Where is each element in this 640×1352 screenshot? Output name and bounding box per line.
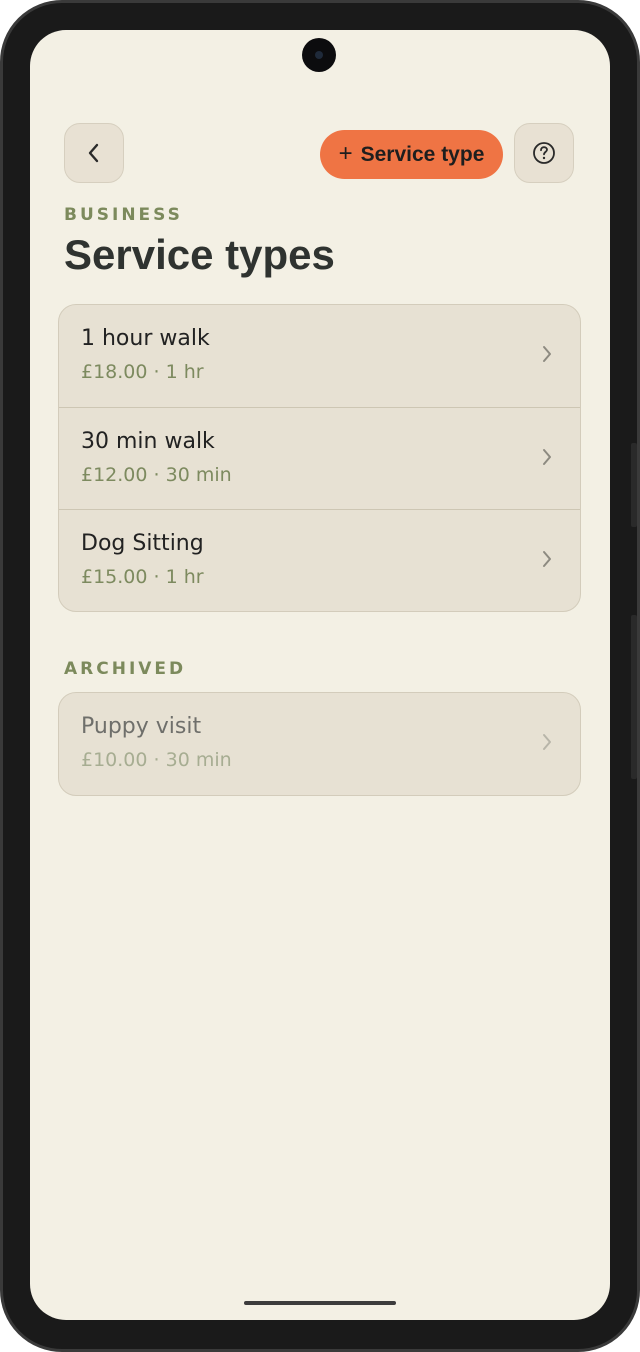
- section-label-business: BUSINESS: [64, 205, 183, 225]
- service-row-3[interactable]: Dog Sitting £15.00 · 1 hr: [59, 509, 580, 611]
- service-types-list: 1 hour walk £18.00 · 1 hr 30 min walk £1…: [58, 304, 581, 612]
- help-circle-icon: [533, 142, 555, 164]
- archived-services-list: Puppy visit £10.00 · 30 min: [58, 692, 581, 796]
- chevron-right-icon: [543, 449, 551, 465]
- service-details: £15.00 · 1 hr: [81, 566, 204, 588]
- section-label-archived: ARCHIVED: [64, 659, 187, 679]
- front-camera: [302, 38, 336, 72]
- chevron-right-icon: [543, 734, 551, 750]
- chevron-right-icon: [543, 551, 551, 567]
- chevron-right-icon: [543, 346, 551, 362]
- service-name: Dog Sitting: [81, 531, 204, 556]
- add-service-type-button[interactable]: + Service type: [320, 130, 503, 179]
- service-name: 30 min walk: [81, 429, 215, 454]
- service-name: Puppy visit: [81, 714, 202, 739]
- phone-frame: + Service type BUSINESS Service types 1 …: [0, 0, 640, 1352]
- plus-icon: +: [338, 139, 353, 167]
- service-details: £18.00 · 1 hr: [81, 361, 204, 383]
- service-row-1[interactable]: 1 hour walk £18.00 · 1 hr: [59, 305, 580, 407]
- back-button[interactable]: [64, 123, 124, 183]
- archived-service-row-1[interactable]: Puppy visit £10.00 · 30 min: [59, 693, 580, 795]
- power-button: [631, 615, 637, 779]
- service-name: 1 hour walk: [81, 326, 210, 351]
- service-details: £12.00 · 30 min: [81, 464, 232, 486]
- help-button[interactable]: [514, 123, 574, 183]
- home-indicator[interactable]: [244, 1301, 396, 1305]
- chevron-left-icon: [88, 143, 99, 163]
- service-row-2[interactable]: 30 min walk £12.00 · 30 min: [59, 407, 580, 509]
- volume-button: [631, 443, 637, 527]
- page-title: Service types: [64, 231, 335, 278]
- app-screen: + Service type BUSINESS Service types 1 …: [30, 30, 610, 1320]
- service-details: £10.00 · 30 min: [81, 749, 232, 771]
- add-service-type-label: Service type: [360, 142, 485, 166]
